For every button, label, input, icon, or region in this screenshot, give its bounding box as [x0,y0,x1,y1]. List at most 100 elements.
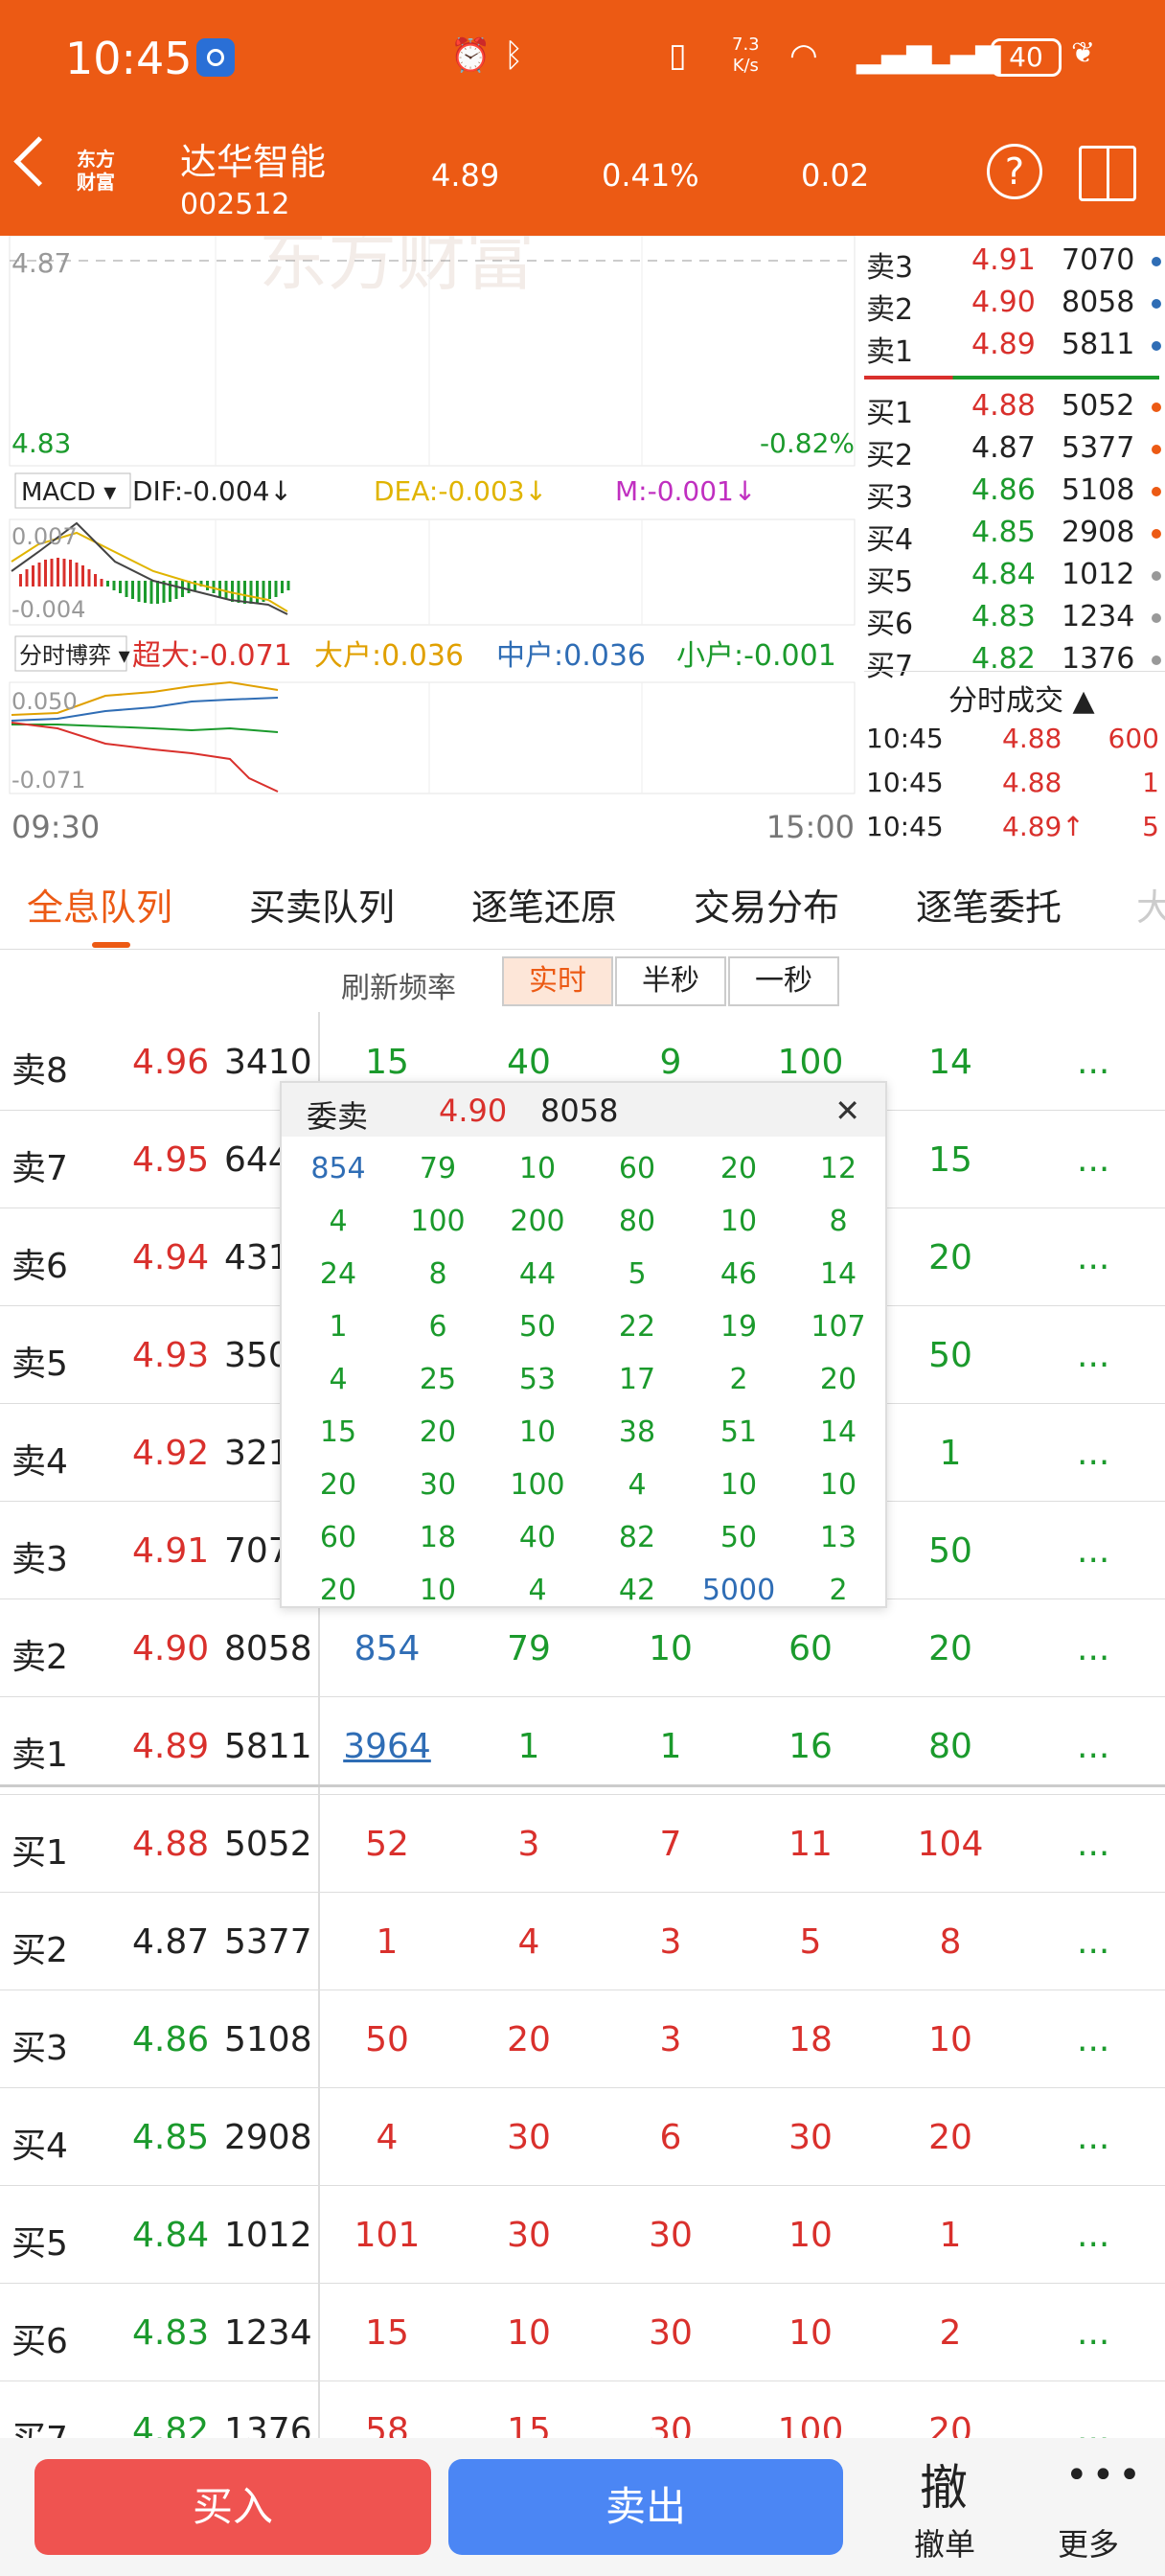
tab-5[interactable]: 逐笔委托 [916,878,1062,931]
sell-detail-popup[interactable]: 委卖 4.90 8058 ✕ 854 79 10 60 20 12 4 100 200 80 10 8… [280,1081,887,1608]
queue-more-link[interactable]: ... [1077,1140,1109,1180]
queue-order-cell[interactable]: 1 [893,2216,1008,2255]
queue-order-cell[interactable]: 11 [753,1825,868,1864]
queue-more-link[interactable]: ... [1077,2313,1109,2353]
bid-row[interactable]: 买2 4.87 5377 [864,427,1165,472]
queue-more-link[interactable]: ... [1077,2216,1109,2255]
queue-order-cell[interactable]: 3 [613,1922,728,1962]
more-label[interactable]: 更多 [1058,2520,1119,2564]
queue-order-cell[interactable]: 15 [330,1043,445,1082]
queue-order-cell[interactable]: 10 [753,2313,868,2353]
queue-order-cell[interactable]: 10 [613,1629,728,1668]
queue-order-cell[interactable]: 3 [471,1825,586,1864]
layout-switch-icon[interactable] [1079,146,1136,201]
queue-more-link[interactable]: ... [1077,1238,1109,1277]
back-icon[interactable] [13,136,64,187]
bid-row[interactable]: 买1 4.88 5052 [864,385,1165,430]
queue-order-cell[interactable]: 50 [893,1531,1008,1571]
bid-row[interactable]: 买4 4.85 2908 [864,512,1165,557]
bid-row[interactable]: 买6 4.83 1234 [864,596,1165,641]
queue-order-cell[interactable]: 4 [471,1922,586,1962]
queue-order-cell[interactable]: 52 [330,1825,445,1864]
close-icon[interactable]: ✕ [834,1092,860,1129]
queue-order-cell[interactable]: 80 [893,1727,1008,1766]
intraday-chart[interactable]: 东方财富 4.87 4.83 -0.82% MACD ▾ DIF:-0.004↓… [0,236,864,849]
queue-order-cell[interactable]: 20 [893,1629,1008,1668]
queue-order-cell[interactable]: 100 [753,1043,868,1082]
queue-order-cell[interactable]: 20 [893,2118,1008,2157]
ask-row[interactable]: 卖2 4.90 8058 [864,282,1165,327]
queue-order-cell[interactable]: 30 [753,2118,868,2157]
queue-more-link[interactable]: ... [1077,1434,1109,1473]
queue-row[interactable]: 买5 4.84 1012 101 30 30 10 1... [0,2185,1165,2284]
queue-row[interactable]: 卖1 4.89 5811 3964 1 1 16 80... [0,1696,1165,1795]
help-icon[interactable]: ? [987,144,1042,199]
queue-order-cell[interactable]: 16 [753,1727,868,1766]
queue-order-cell[interactable]: 1 [471,1727,586,1766]
refresh-half-second-button[interactable]: 半秒 [615,956,726,1006]
tab-3[interactable]: 逐笔还原 [471,878,617,931]
more-icon[interactable]: ••• [1065,2453,1145,2497]
queue-more-link[interactable]: ... [1077,2020,1109,2059]
queue-order-cell[interactable]: 101 [330,2216,445,2255]
ask-row[interactable]: 卖1 4.89 5811 [864,324,1165,369]
queue-order-cell[interactable]: 8 [893,1922,1008,1962]
queue-more-link[interactable]: ... [1077,2118,1109,2157]
queue-order-cell[interactable]: 30 [471,2216,586,2255]
refresh-realtime-button[interactable]: 实时 [502,956,613,1006]
bid-row[interactable]: 买3 4.86 5108 [864,470,1165,515]
ask-row[interactable]: 卖3 4.91 7070 [864,240,1165,285]
queue-more-link[interactable]: ... [1077,1922,1109,1962]
queue-order-cell[interactable]: 40 [471,1043,586,1082]
queue-order-cell[interactable]: 18 [753,2020,868,2059]
refresh-one-second-button[interactable]: 一秒 [728,956,839,1006]
queue-order-cell[interactable]: 60 [753,1629,868,1668]
bid-row[interactable]: 买5 4.84 1012 [864,554,1165,599]
queue-order-cell[interactable]: 30 [613,2313,728,2353]
queue-order-cell[interactable]: 1 [330,1922,445,1962]
queue-order-cell[interactable]: 20 [893,1238,1008,1277]
queue-order-cell[interactable]: 50 [330,2020,445,2059]
bid-row[interactable]: 买7 4.82 1376 [864,638,1165,683]
queue-row[interactable]: 买4 4.85 2908 4 30 6 30 20... [0,2087,1165,2186]
queue-more-link[interactable]: ... [1077,1043,1109,1082]
queue-row[interactable]: 卖2 4.90 8058 854 79 10 60 20... [0,1598,1165,1697]
queue-order-cell[interactable]: 3964 [330,1727,445,1766]
queue-order-cell[interactable]: 3 [613,2020,728,2059]
queue-order-cell[interactable]: 20 [471,2020,586,2059]
queue-more-link[interactable]: ... [1077,1336,1109,1375]
queue-order-cell[interactable]: 4 [330,2118,445,2157]
queue-order-cell[interactable]: 2 [893,2313,1008,2353]
queue-more-link[interactable]: ... [1077,1727,1109,1766]
queue-order-cell[interactable]: 15 [330,2313,445,2353]
cancel-order-icon[interactable]: 撤 [920,2450,968,2518]
queue-more-link[interactable]: ... [1077,1531,1109,1571]
queue-order-cell[interactable]: 14 [893,1043,1008,1082]
queue-more-link[interactable]: ... [1077,1825,1109,1864]
queue-order-cell[interactable]: 50 [893,1336,1008,1375]
queue-row[interactable]: 买2 4.87 5377 1 4 3 5 8... [0,1892,1165,1990]
queue-row[interactable]: 买3 4.86 5108 50 20 3 18 10... [0,1990,1165,2088]
tab-1[interactable]: 全息队列 [27,878,172,931]
ticks-title[interactable]: 分时成交 ▲ [948,677,1095,719]
queue-order-cell[interactable]: 854 [330,1629,445,1668]
queue-order-cell[interactable]: 5 [753,1922,868,1962]
queue-order-cell[interactable]: 10 [753,2216,868,2255]
queue-order-cell[interactable]: 10 [471,2313,586,2353]
queue-row[interactable]: 买1 4.88 5052 52 3 7 11 104... [0,1794,1165,1893]
tab-2[interactable]: 买卖队列 [249,878,395,931]
queue-order-cell[interactable]: 6 [613,2118,728,2157]
queue-order-cell[interactable]: 30 [471,2118,586,2157]
queue-order-cell[interactable]: 9 [613,1043,728,1082]
tab-6[interactable]: 大 [1136,878,1165,931]
queue-order-cell[interactable]: 10 [893,2020,1008,2059]
stock-name[interactable]: 达华智能 [180,132,326,185]
queue-order-cell[interactable]: 30 [613,2216,728,2255]
sell-button[interactable]: 卖出 [448,2459,843,2555]
queue-order-cell[interactable]: 79 [471,1629,586,1668]
queue-order-cell[interactable]: 7 [613,1825,728,1864]
cancel-order-label[interactable]: 撤单 [914,2520,975,2564]
queue-more-link[interactable]: ... [1077,1629,1109,1668]
queue-order-cell[interactable]: 104 [893,1825,1008,1864]
tab-4[interactable]: 交易分布 [694,878,839,931]
